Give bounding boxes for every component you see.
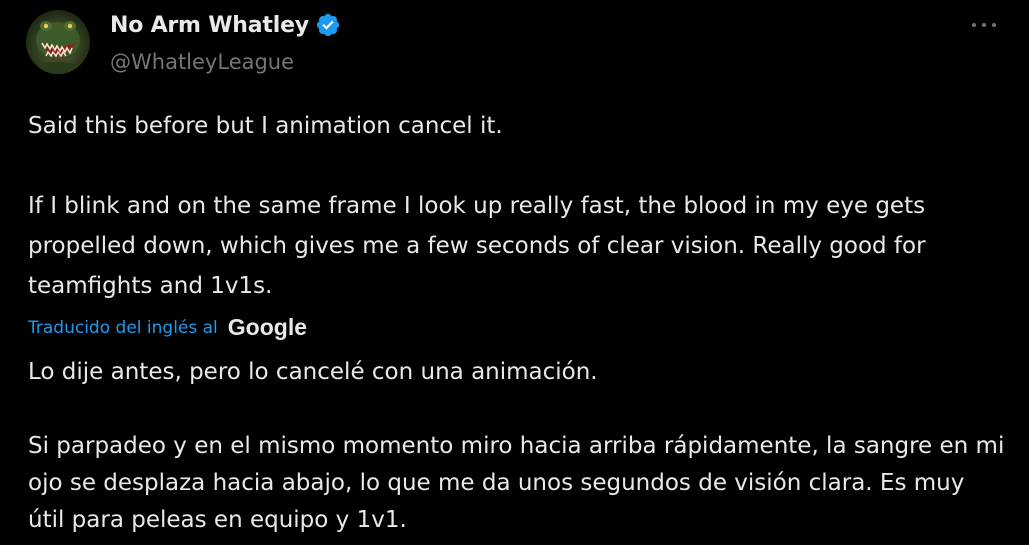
translation-attribution: Traducido del inglés al Google [28, 314, 307, 341]
author-display-name[interactable]: No Arm Whatley [110, 13, 309, 38]
more-options-icon[interactable] [967, 12, 1001, 38]
verified-badge-icon [315, 12, 341, 38]
translated-tweet-text: Lo dije antes, pero lo cancelé con una a… [28, 359, 1005, 533]
tweet-text: Said this before but I animation cancel … [28, 113, 926, 299]
crocodile-avatar-icon [32, 21, 84, 74]
translated-from-link[interactable]: Traducido del inglés al [28, 318, 218, 338]
author-handle[interactable]: @WhatleyLeague [110, 50, 294, 74]
author-name-row: No Arm Whatley [110, 12, 341, 38]
tweet-card: No Arm Whatley @WhatleyLeague Said this … [0, 0, 1029, 545]
avatar[interactable] [26, 10, 90, 74]
google-logo: Google [227, 314, 308, 340]
